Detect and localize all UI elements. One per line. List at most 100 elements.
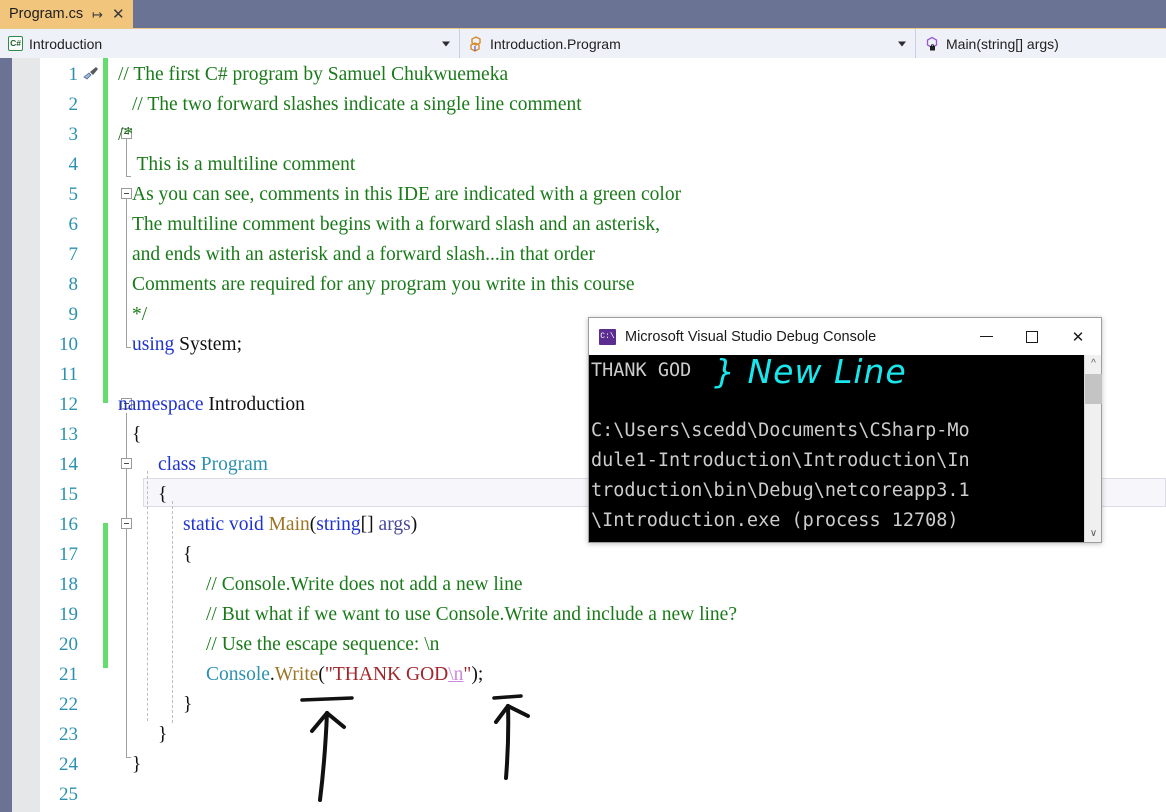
- close-icon[interactable]: ✕: [1055, 318, 1101, 355]
- line-number: 16: [59, 514, 78, 535]
- chevron-down-icon[interactable]: [898, 41, 906, 46]
- code-line[interactable]: 23}: [0, 720, 1166, 750]
- code-token: Main: [268, 514, 310, 535]
- line-number: 23: [59, 724, 78, 745]
- console-scrollbar[interactable]: ^ ∨: [1084, 355, 1102, 542]
- console-output-text: THANK GOD C:\Users\scedd\Documents\CShar…: [591, 360, 970, 531]
- code-line[interactable]: 18 // Console.Write does not add a new li…: [0, 570, 1166, 600]
- console-title-text: Microsoft Visual Studio Debug Console: [625, 328, 877, 345]
- code-line[interactable]: 20 // Use the escape sequence: \n: [0, 630, 1166, 660]
- line-number: 7: [68, 244, 79, 265]
- line-number: 5: [68, 184, 79, 205]
- code-token: "THANK GOD: [324, 664, 449, 685]
- code-token: // But what if we want to use Console.Wr…: [206, 604, 737, 625]
- code-token: System;: [174, 334, 242, 355]
- code-line[interactable]: 25: [0, 780, 1166, 810]
- console-output-area[interactable]: THANK GOD C:\Users\scedd\Documents\CShar…: [589, 355, 1101, 542]
- code-line[interactable]: 5 As you can see, comments in this IDE ar…: [0, 180, 1166, 210]
- minimize-icon[interactable]: [963, 318, 1009, 355]
- code-line-text: }: [183, 690, 192, 720]
- line-number: 20: [59, 634, 78, 655]
- code-line-text: /*: [118, 120, 133, 150]
- code-line[interactable]: 4 This is a multiline comment: [0, 150, 1166, 180]
- class-icon: [468, 35, 484, 52]
- scrollbar-thumb[interactable]: [1085, 374, 1102, 404]
- code-line-text: // The two forward slashes indicate a si…: [132, 90, 582, 120]
- code-line[interactable]: 2 // The two forward slashes indicate a s…: [0, 90, 1166, 120]
- code-token: {: [158, 484, 168, 505]
- chevron-down-icon[interactable]: [442, 41, 450, 46]
- line-number: 25: [59, 784, 78, 805]
- line-number: 17: [59, 544, 78, 565]
- line-number: 10: [59, 334, 78, 355]
- code-line-text: */: [132, 300, 147, 330]
- code-line-text: Comments are required for any program yo…: [132, 270, 635, 300]
- nav-project-label: Introduction: [29, 35, 103, 52]
- code-token: // Console.Write does not add a new line: [206, 574, 523, 595]
- code-line-text: using System;: [132, 330, 242, 360]
- code-token: As you can see, comments in this IDE are…: [132, 184, 682, 205]
- maximize-icon[interactable]: [1009, 318, 1055, 355]
- code-line[interactable]: 6 The multiline comment begins with a for…: [0, 210, 1166, 240]
- code-line[interactable]: 19 // But what if we want to use Console.…: [0, 600, 1166, 630]
- code-token: {: [183, 544, 193, 565]
- code-line-text: static void Main(string[] args): [183, 510, 417, 540]
- code-line[interactable]: 7 and ends with an asterisk and a forward…: [0, 240, 1166, 270]
- code-token: */: [132, 304, 148, 325]
- code-line[interactable]: 3 /*: [0, 120, 1166, 150]
- code-line-text: and ends with an asterisk and a forward …: [132, 240, 595, 270]
- code-token: );: [471, 664, 484, 685]
- code-line[interactable]: 24}: [0, 750, 1166, 780]
- debug-console-window[interactable]: C:\ Microsoft Visual Studio Debug Consol…: [588, 317, 1102, 543]
- line-number: 24: [59, 754, 78, 775]
- console-title-bar[interactable]: C:\ Microsoft Visual Studio Debug Consol…: [589, 318, 1101, 355]
- code-line-text: Console.Write("THANK GOD\n");: [206, 660, 483, 690]
- code-token: /*: [118, 124, 134, 145]
- code-token: []: [360, 514, 379, 535]
- line-number: 11: [59, 364, 78, 385]
- visual-studio-window: Program.cs ↤ ✕ C# Introduction Introduct…: [0, 0, 1166, 812]
- code-token: This is a multiline comment: [132, 154, 356, 175]
- code-token: using: [132, 334, 175, 355]
- code-token: // The first C# program by Samuel Chukwu…: [118, 64, 509, 85]
- line-number: 14: [59, 454, 78, 475]
- tab-label: Program.cs: [9, 6, 84, 22]
- line-number: 1: [68, 64, 79, 85]
- line-number: 8: [68, 274, 79, 295]
- nav-member-dropdown[interactable]: Main(string[] args): [916, 29, 1166, 58]
- line-number: 21: [59, 664, 78, 685]
- code-line[interactable]: 17 {: [0, 540, 1166, 570]
- nav-project-dropdown[interactable]: C# Introduction: [0, 29, 460, 58]
- code-token: }: [158, 724, 168, 745]
- code-token: Comments are required for any program yo…: [132, 274, 635, 295]
- code-line[interactable]: 1 // The first C# program by Samuel Chukw…: [0, 60, 1166, 90]
- code-line-text: // Use the escape sequence: \n: [206, 630, 439, 660]
- console-app-icon: C:\: [599, 328, 616, 345]
- close-icon[interactable]: ✕: [112, 7, 125, 22]
- code-line[interactable]: 22}: [0, 690, 1166, 720]
- chevron-down-icon[interactable]: ∨: [1085, 525, 1102, 542]
- chevron-up-icon[interactable]: ^: [1085, 355, 1102, 372]
- code-token: // The two forward slashes indicate a si…: [132, 94, 582, 115]
- line-number: 18: [59, 574, 78, 595]
- code-line-text: }: [158, 720, 167, 750]
- code-token: string: [316, 514, 361, 535]
- code-line-text: // The first C# program by Samuel Chukwu…: [118, 60, 508, 90]
- nav-class-dropdown[interactable]: Introduction.Program: [460, 29, 916, 58]
- window-buttons: ✕: [963, 318, 1101, 355]
- code-token: class: [158, 454, 196, 475]
- line-number: 4: [68, 154, 79, 175]
- code-line-text: // Console.Write does not add a new line: [206, 570, 523, 600]
- tab-program-cs[interactable]: Program.cs ↤ ✕: [0, 0, 133, 28]
- line-number: 9: [68, 304, 79, 325]
- code-line-text: }: [132, 750, 141, 780]
- code-token: Program: [200, 454, 268, 475]
- code-line-text: {: [158, 480, 167, 510]
- pin-icon[interactable]: ↤: [92, 7, 103, 22]
- code-line[interactable]: 8 Comments are required for any program y…: [0, 270, 1166, 300]
- code-line[interactable]: 21 Console.Write("THANK GOD\n");: [0, 660, 1166, 690]
- code-line-text: The multiline comment begins with a forw…: [132, 210, 660, 240]
- code-token: The multiline comment begins with a forw…: [132, 214, 660, 235]
- code-token: {: [132, 424, 142, 445]
- line-number: 2: [68, 94, 79, 115]
